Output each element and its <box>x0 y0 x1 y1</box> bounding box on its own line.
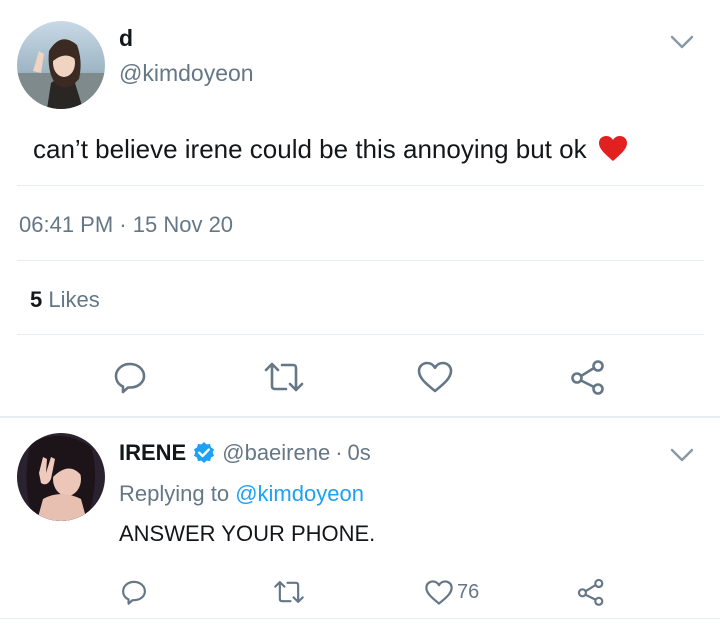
reply-icon <box>122 580 146 605</box>
divider <box>17 260 704 261</box>
avatar-kimdoyeon[interactable] <box>17 21 105 109</box>
tweet-text-body: can’t believe irene could be this annoyi… <box>33 134 587 164</box>
reply-text: ANSWER YOUR PHONE. <box>119 521 376 546</box>
replying-to-link[interactable]: @kimdoyeon <box>235 481 364 506</box>
divider <box>0 618 720 619</box>
avatar-baeirene[interactable] <box>17 433 105 521</box>
separator: · <box>119 212 127 237</box>
likes-label: Likes <box>48 287 100 312</box>
divider <box>17 185 704 186</box>
date: 15 Nov 20 <box>132 212 234 237</box>
divider <box>17 334 704 335</box>
replying-to: Replying to @kimdoyeon <box>119 481 364 507</box>
reply-share-button[interactable] <box>574 576 608 608</box>
reply-reply-button[interactable] <box>117 576 151 608</box>
time: 06:41 PM <box>19 212 114 237</box>
section-divider <box>0 416 720 418</box>
timestamp: 06:41 PM · 15 Nov 20 <box>19 212 233 238</box>
reply-header: IRENE @baeirene · 0s <box>119 440 371 466</box>
avatar-image <box>17 433 105 521</box>
reply-icon <box>114 362 146 394</box>
likes-stat[interactable]: 5 Likes <box>30 287 100 313</box>
reply-button[interactable] <box>110 357 150 397</box>
heart-emoji-icon <box>598 135 628 161</box>
replying-to-prefix: Replying to <box>119 481 230 506</box>
retweet-icon <box>264 362 304 392</box>
chevron-down-icon[interactable] <box>670 447 694 463</box>
likes-count: 5 <box>30 287 43 312</box>
tweet-text: can’t believe irene could be this annoyi… <box>33 134 628 165</box>
retweet-icon <box>274 581 304 603</box>
reply-time: 0s <box>347 440 371 465</box>
reply-retweet-button[interactable] <box>271 576 307 608</box>
handle[interactable]: @kimdoyeon <box>119 60 254 87</box>
retweet-button[interactable] <box>262 357 306 397</box>
display-name[interactable]: d <box>119 25 133 52</box>
like-icon <box>417 361 453 393</box>
share-icon <box>571 360 604 395</box>
share-icon <box>577 578 604 606</box>
like-icon <box>425 579 453 605</box>
like-button[interactable] <box>414 357 456 397</box>
reply-like-button[interactable]: 76 <box>424 576 484 608</box>
chevron-down-icon[interactable] <box>670 34 694 50</box>
reply-separator: · <box>335 440 343 465</box>
verified-badge-icon <box>192 441 216 465</box>
reply-handle[interactable]: @baeirene <box>222 440 330 466</box>
avatar-image <box>17 21 105 109</box>
reply-display-name[interactable]: IRENE <box>119 440 186 466</box>
share-button[interactable] <box>568 357 608 397</box>
reply-like-count: 76 <box>457 580 480 603</box>
